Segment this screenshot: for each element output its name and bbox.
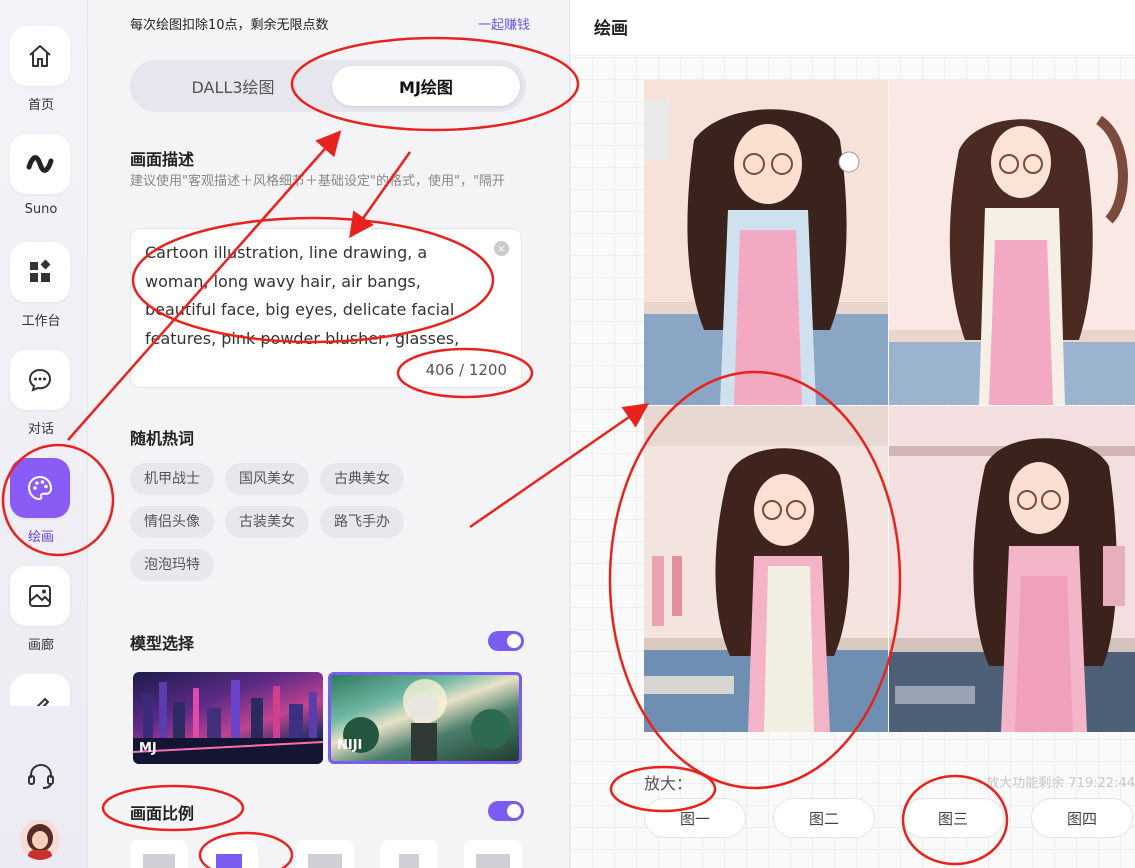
hot-word-tag[interactable]: 情侣头像 [130,506,214,538]
result-image-4[interactable] [889,406,1135,732]
pen-icon [10,674,70,706]
nav-item-draw[interactable]: 绘画 [10,458,72,545]
headset-icon[interactable] [24,758,58,792]
ratio-option[interactable] [200,840,258,868]
hot-word-tag[interactable]: 古装美女 [225,506,309,538]
result-image-grid [644,80,1135,732]
result-image-3[interactable] [644,406,888,732]
nav-label: 首页 [27,98,54,113]
nav-label: 对话 [27,422,54,437]
model-title: 模型选择 [130,634,195,653]
model-label: NIJI [337,738,363,753]
draw-settings-panel: 每次绘图扣除10点，剩余无限点数 一起赚钱 DALL3绘图 MJ绘图 画面描述 … [88,0,570,868]
grid-icon [10,242,70,302]
ratio-shape-icon [399,854,419,868]
nav-item-home[interactable]: 首页 [10,26,72,113]
wave-icon [10,134,70,194]
ratio-shape-icon [216,854,242,868]
hot-words-title: 随机热词 [130,429,195,448]
hot-word-tag[interactable]: 国风美女 [225,463,309,495]
ratio-option[interactable] [130,840,188,868]
ratio-options [130,840,530,868]
upscale-button-2[interactable]: 图二 [773,798,875,838]
description-text[interactable]: Cartoon illustration, line drawing, a wo… [145,239,490,349]
description-title: 画面描述 [130,150,195,169]
result-image-2[interactable] [889,80,1135,405]
ratio-shape-icon [143,854,175,868]
avatar[interactable] [20,820,60,860]
ratio-toggle-switch[interactable] [488,801,524,821]
nav-label: Suno [24,202,58,217]
main-area: 绘画 放大： 放大功能剩余 719:22:44 图一 图二 图三 图四 [570,0,1135,868]
hot-word-tags: 机甲战士 国风美女 古典美女情侣头像 古装美女 路飞手办泡泡玛特 [130,463,460,592]
upscale-label: 放大： [644,774,693,793]
nav-label: 绘画 [27,530,54,545]
char-counter: 406 / 1200 [425,361,507,379]
mode-dalle3-button[interactable]: DALL3绘图 [138,66,328,106]
ratio-shape-icon [308,854,342,868]
nav-item-suno[interactable]: Suno [10,134,72,217]
model-card-niji[interactable]: NIJI [328,672,522,764]
hot-word-tag[interactable]: 泡泡玛特 [130,549,214,581]
description-input[interactable]: Cartoon illustration, line drawing, a wo… [130,228,522,388]
home-icon [10,26,70,86]
main-header: 绘画 [570,0,1135,56]
gallery-icon [10,566,70,626]
model-toggle-switch[interactable] [488,631,524,651]
mode-toggle: DALL3绘图 MJ绘图 [130,60,526,112]
mode-mj-button[interactable]: MJ绘图 [332,66,520,106]
city-image [133,680,323,764]
clear-icon[interactable]: × [494,241,509,256]
page-title: 绘画 [594,19,628,39]
upscale-button-4[interactable]: 图四 [1031,798,1133,838]
model-label: MJ [139,741,157,756]
nav-label: 工作台 [21,314,61,329]
ratio-option[interactable] [380,840,438,868]
nav-item-gallery[interactable]: 画廊 [10,566,72,653]
result-image-1[interactable] [644,80,888,405]
ratio-title: 画面比例 [130,804,195,823]
points-notice: 每次绘图扣除10点，剩余无限点数 [130,18,329,33]
side-nav: 首页 Suno 工作台 对话 绘画 画廊 [0,0,88,868]
nav-item-chat[interactable]: 对话 [10,350,72,437]
description-hint: 建议使用"客观描述＋风格细节＋基础设定"的格式，使用"，"隔开 [130,174,505,189]
nav-item-workspace[interactable]: 工作台 [10,242,72,329]
ratio-option[interactable] [296,840,354,868]
upscale-remaining: 放大功能剩余 719:22:44 [986,776,1135,791]
chat-icon [10,350,70,410]
upscale-button-3[interactable]: 图三 [902,798,1004,838]
earn-link[interactable]: 一起赚钱 [478,14,530,33]
nav-label: 画廊 [27,638,54,653]
palette-icon [10,458,70,518]
nav-item-more[interactable] [10,674,72,706]
hot-word-tag[interactable]: 古典美女 [320,463,404,495]
ratio-option[interactable] [464,840,522,868]
hot-word-tag[interactable]: 路飞手办 [320,506,404,538]
hot-word-tag[interactable]: 机甲战士 [130,463,214,495]
points-row: 每次绘图扣除10点，剩余无限点数 一起赚钱 [130,14,530,33]
upscale-button-1[interactable]: 图一 [644,798,746,838]
model-card-mj[interactable]: MJ [133,672,323,764]
ratio-shape-icon [476,854,510,868]
